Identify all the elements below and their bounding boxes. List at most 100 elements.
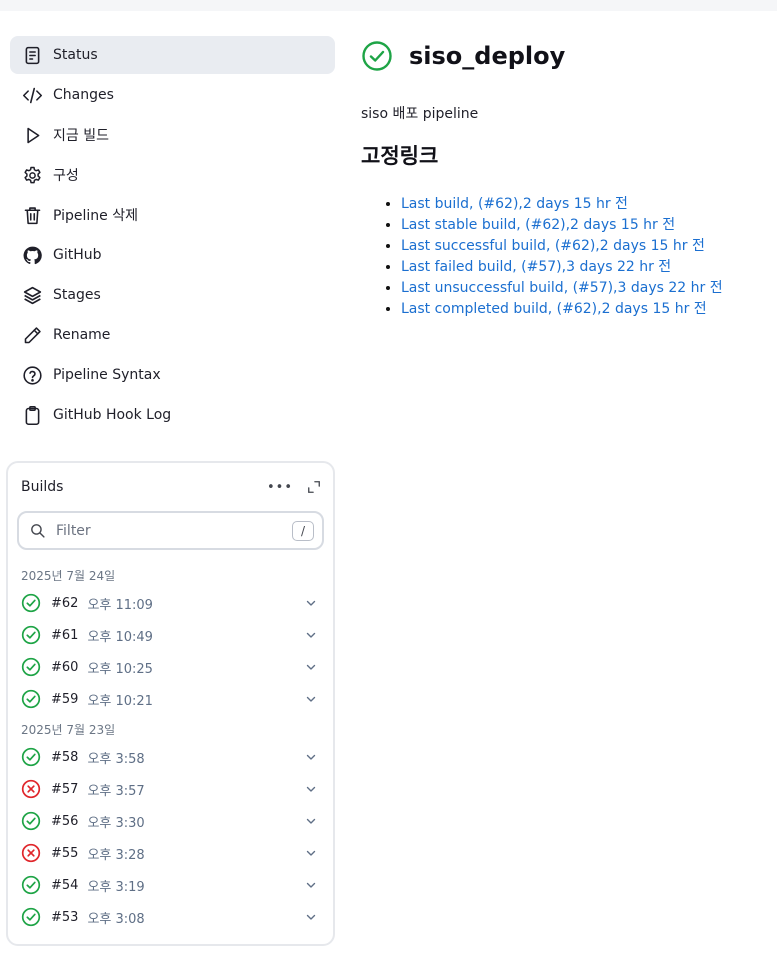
build-row[interactable]: #54 오후 3:19 <box>21 871 317 899</box>
build-number: #54 <box>51 877 79 893</box>
builds-header: Builds ••• <box>21 477 321 497</box>
gear-icon <box>21 164 43 186</box>
sidebar-item-label: Pipeline Syntax <box>53 367 161 383</box>
chevron-down-icon[interactable] <box>305 847 317 859</box>
build-time: 오후 11:09 <box>87 597 153 613</box>
build-row[interactable]: #59 오후 10:21 <box>21 685 317 713</box>
list-item: Last build, (#62),2 days 15 hr 전 <box>401 194 723 215</box>
chevron-down-icon[interactable] <box>305 661 317 673</box>
permalink-last-stable-build[interactable]: Last stable build, (#62),2 days 15 hr 전 <box>401 217 675 233</box>
build-row[interactable]: #62 오후 11:09 <box>21 589 317 617</box>
chevron-down-icon[interactable] <box>305 879 317 891</box>
build-time: 오후 3:57 <box>87 783 145 799</box>
build-number: #53 <box>51 909 79 925</box>
success-status-icon <box>21 657 41 677</box>
more-options-icon[interactable]: ••• <box>267 481 293 494</box>
sidebar-item-label: Status <box>53 47 98 63</box>
build-number: #60 <box>51 659 79 675</box>
trash-icon <box>21 204 43 226</box>
sidebar-item-delete-pipeline[interactable]: Pipeline 삭제 <box>10 196 335 234</box>
build-row[interactable]: #57 오후 3:57 <box>21 775 317 803</box>
build-number: #62 <box>51 595 79 611</box>
failed-status-icon <box>21 779 41 799</box>
help-circle-icon <box>21 364 43 386</box>
expand-icon[interactable] <box>307 480 321 494</box>
top-bar <box>0 0 777 11</box>
list-item: Last successful build, (#62),2 days 15 h… <box>401 236 723 257</box>
chevron-down-icon[interactable] <box>305 751 317 763</box>
success-status-icon <box>21 747 41 767</box>
list-item: Last unsuccessful build, (#57),3 days 22… <box>401 278 723 299</box>
layers-icon <box>21 284 43 306</box>
permalink-last-unsuccessful-build[interactable]: Last unsuccessful build, (#57),3 days 22… <box>401 280 723 296</box>
sidebar-item-label: Stages <box>53 287 101 303</box>
build-number: #58 <box>51 749 79 765</box>
permalink-last-completed-build[interactable]: Last completed build, (#62),2 days 15 hr… <box>401 301 707 317</box>
build-group-date: 2025년 7월 24일 <box>21 569 116 583</box>
shortcut-hint: / <box>292 520 314 541</box>
permalinks-heading: 고정링크 <box>361 144 439 168</box>
play-icon <box>21 124 43 146</box>
build-row[interactable]: #56 오후 3:30 <box>21 807 317 835</box>
chevron-down-icon[interactable] <box>305 911 317 923</box>
failed-status-icon <box>21 843 41 863</box>
build-number: #55 <box>51 845 79 861</box>
success-status-icon <box>21 875 41 895</box>
chevron-down-icon[interactable] <box>305 815 317 827</box>
chevron-down-icon[interactable] <box>305 693 317 705</box>
page-header: siso_deploy <box>361 40 565 72</box>
chevron-down-icon[interactable] <box>305 597 317 609</box>
sidebar-item-label: 지금 빌드 <box>53 128 109 144</box>
list-item: Last failed build, (#57),3 days 22 hr 전 <box>401 257 723 278</box>
success-status-icon <box>21 811 41 831</box>
pipeline-description: siso 배포 pipeline <box>361 106 479 122</box>
pencil-icon <box>21 324 43 346</box>
sidebar-item-label: Pipeline 삭제 <box>53 208 139 224</box>
status-icon <box>21 44 43 66</box>
filter-input[interactable] <box>54 521 292 540</box>
sidebar-item-rename[interactable]: Rename <box>10 316 335 354</box>
sidebar-item-stages[interactable]: Stages <box>10 276 335 314</box>
sidebar-item-configure[interactable]: 구성 <box>10 156 335 194</box>
build-time: 오후 10:21 <box>87 693 153 709</box>
permalink-last-build[interactable]: Last build, (#62),2 days 15 hr 전 <box>401 196 628 212</box>
sidebar-item-pipeline-syntax[interactable]: Pipeline Syntax <box>10 356 335 394</box>
build-row[interactable]: #58 오후 3:58 <box>21 743 317 771</box>
chevron-down-icon[interactable] <box>305 629 317 641</box>
build-row[interactable]: #53 오후 3:08 <box>21 903 317 931</box>
success-status-icon <box>21 907 41 927</box>
page-title: siso_deploy <box>409 42 566 70</box>
builds-title: Builds <box>21 479 64 495</box>
build-time: 오후 3:58 <box>87 751 145 767</box>
permalinks-list: Last build, (#62),2 days 15 hr 전 Last st… <box>383 194 723 320</box>
search-icon <box>31 524 45 538</box>
sidebar-item-build-now[interactable]: 지금 빌드 <box>10 116 335 154</box>
clipboard-icon <box>21 404 43 426</box>
sidebar-item-label: GitHub Hook Log <box>53 407 172 423</box>
sidebar-item-github[interactable]: GitHub <box>10 236 335 274</box>
success-status-icon <box>21 625 41 645</box>
sidebar-item-label: Changes <box>53 87 114 103</box>
build-row[interactable]: #61 오후 10:49 <box>21 621 317 649</box>
chevron-down-icon[interactable] <box>305 783 317 795</box>
build-group-date: 2025년 7월 23일 <box>21 723 116 737</box>
success-status-icon <box>21 689 41 709</box>
success-status-icon <box>21 593 41 613</box>
build-number: #57 <box>51 781 79 797</box>
sidebar-nav: Status Changes 지금 빌드 구성 Pipeline 삭제 GitH… <box>10 36 335 436</box>
build-row[interactable]: #55 오후 3:28 <box>21 839 317 867</box>
github-icon <box>21 244 43 266</box>
filter-field: / <box>17 511 324 550</box>
build-time: 오후 3:08 <box>87 911 145 927</box>
sidebar-item-label: 구성 <box>53 168 79 184</box>
builds-panel: Builds ••• / 2025년 7월 24일 #62 오후 11:09 #61 오… <box>6 461 335 946</box>
sidebar-item-changes[interactable]: Changes <box>10 76 335 114</box>
build-number: #61 <box>51 627 79 643</box>
sidebar-item-github-hook-log[interactable]: GitHub Hook Log <box>10 396 335 434</box>
sidebar-item-status[interactable]: Status <box>10 36 335 74</box>
build-number: #56 <box>51 813 79 829</box>
permalink-last-successful-build[interactable]: Last successful build, (#62),2 days 15 h… <box>401 238 705 254</box>
code-icon <box>21 84 43 106</box>
permalink-last-failed-build[interactable]: Last failed build, (#57),3 days 22 hr 전 <box>401 259 671 275</box>
build-row[interactable]: #60 오후 10:25 <box>21 653 317 681</box>
